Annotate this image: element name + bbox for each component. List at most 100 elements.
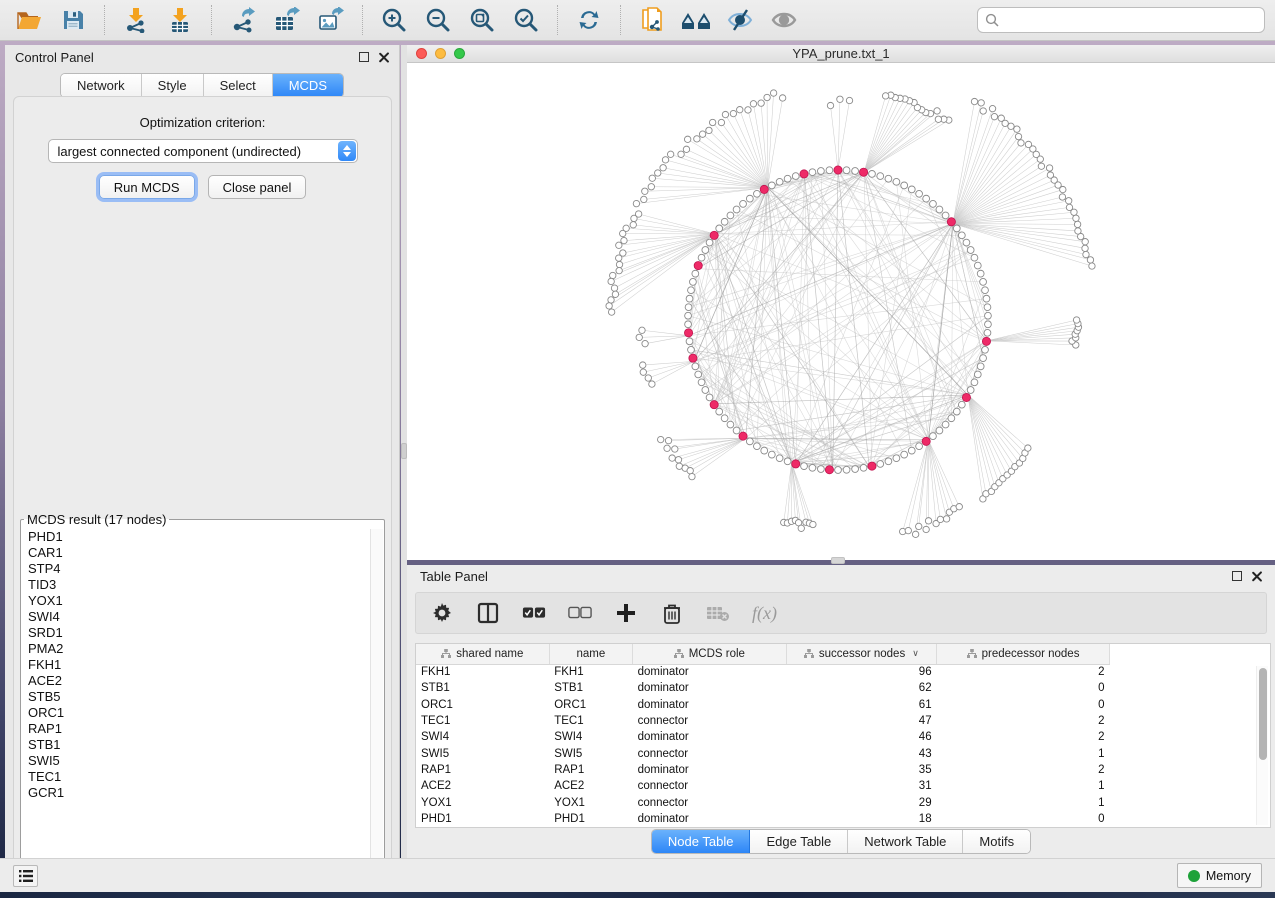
mcds-result-item[interactable]: PHD1 [22,529,370,545]
hide-selected-icon[interactable] [721,4,759,36]
cell-name[interactable]: SWI4 [549,729,632,745]
cell-mcds_role[interactable]: dominator [633,762,787,778]
mcds-result-item[interactable]: TEC1 [22,769,370,785]
table-row[interactable]: TEC1TEC1connector472 [416,713,1110,729]
mcds-list-scrollbar[interactable] [370,529,383,878]
mcds-result-item[interactable]: RAP1 [22,721,370,737]
window-close-icon[interactable] [416,48,427,59]
close-panel-button[interactable]: Close panel [208,175,307,199]
column-header-shared-name[interactable]: shared name [416,644,549,664]
cell-name[interactable]: FKH1 [549,664,632,680]
search-input[interactable] [1004,13,1257,28]
horizontal-splitter-grip[interactable] [831,557,845,564]
table-scrollbar-thumb[interactable] [1259,668,1267,760]
export-image-icon[interactable] [312,4,350,36]
show-all-icon[interactable] [765,4,803,36]
cell-successor_nodes[interactable]: 96 [786,664,936,680]
cell-predecessor_nodes[interactable]: 2 [937,664,1110,680]
select-all-icon[interactable] [522,601,546,625]
cell-shared_name[interactable]: STB1 [416,680,549,696]
table-row[interactable]: FKH1FKH1dominator962 [416,664,1110,680]
cell-predecessor_nodes[interactable]: 0 [937,811,1110,827]
cell-mcds_role[interactable]: connector [633,794,787,810]
tab-network[interactable]: Network [61,74,142,97]
cell-shared_name[interactable]: FKH1 [416,664,549,680]
network-canvas[interactable] [407,63,1275,559]
close-panel-icon[interactable] [378,52,389,63]
cell-predecessor_nodes[interactable]: 2 [937,762,1110,778]
cell-successor_nodes[interactable]: 35 [786,762,936,778]
cell-shared_name[interactable]: TEC1 [416,713,549,729]
mcds-result-item[interactable]: STB1 [22,737,370,753]
cell-predecessor_nodes[interactable]: 0 [937,697,1110,713]
mcds-result-item[interactable]: SWI5 [22,753,370,769]
cell-successor_nodes[interactable]: 31 [786,778,936,794]
cell-mcds_role[interactable]: dominator [633,697,787,713]
cell-shared_name[interactable]: SWI5 [416,745,549,761]
mcds-result-item[interactable]: YOX1 [22,593,370,609]
cell-name[interactable]: TEC1 [549,713,632,729]
cell-predecessor_nodes[interactable]: 0 [937,680,1110,696]
table-row[interactable]: SWI4SWI4dominator462 [416,729,1110,745]
add-column-icon[interactable] [614,601,638,625]
cell-mcds_role[interactable]: connector [633,713,787,729]
tab-mcds[interactable]: MCDS [273,74,343,97]
task-history-button[interactable] [13,865,38,887]
mcds-result-item[interactable]: SWI4 [22,609,370,625]
cell-name[interactable]: YOX1 [549,794,632,810]
cell-successor_nodes[interactable]: 29 [786,794,936,810]
cell-predecessor_nodes[interactable]: 1 [937,745,1110,761]
cell-successor_nodes[interactable]: 18 [786,811,936,827]
mcds-result-item[interactable]: ORC1 [22,705,370,721]
close-table-panel-icon[interactable] [1251,571,1262,582]
memory-button[interactable]: Memory [1177,863,1262,888]
mcds-result-item[interactable]: GCR1 [22,785,370,801]
optimization-criterion-select[interactable]: largest connected component (undirected) [48,139,358,163]
tab-edge-table[interactable]: Edge Table [750,830,848,853]
run-mcds-button[interactable]: Run MCDS [99,175,195,199]
cell-successor_nodes[interactable]: 61 [786,697,936,713]
cell-shared_name[interactable]: SWI4 [416,729,549,745]
float-table-panel-icon[interactable] [1232,571,1242,581]
cell-predecessor_nodes[interactable]: 2 [937,713,1110,729]
mcds-result-item[interactable]: CAR1 [22,545,370,561]
zoom-in-icon[interactable] [375,4,413,36]
cell-name[interactable]: SWI5 [549,745,632,761]
first-neighbors-icon[interactable] [677,4,715,36]
tab-network-table[interactable]: Network Table [848,830,963,853]
cell-shared_name[interactable]: YOX1 [416,794,549,810]
zoom-fit-icon[interactable] [463,4,501,36]
cell-name[interactable]: STB1 [549,680,632,696]
tab-motifs[interactable]: Motifs [963,830,1030,853]
float-panel-icon[interactable] [359,52,369,62]
open-session-icon[interactable] [10,4,48,36]
tab-select[interactable]: Select [204,74,273,97]
table-scrollbar[interactable] [1256,666,1268,825]
cell-successor_nodes[interactable]: 43 [786,745,936,761]
cell-mcds_role[interactable]: connector [633,778,787,794]
table-row[interactable]: RAP1RAP1dominator352 [416,762,1110,778]
table-row[interactable]: STB1STB1dominator620 [416,680,1110,696]
column-header-name[interactable]: name [549,644,632,664]
cell-shared_name[interactable]: RAP1 [416,762,549,778]
mcds-result-list[interactable]: PHD1CAR1STP4TID3YOX1SWI4SRD1PMA2FKH1ACE2… [22,529,370,878]
cell-predecessor_nodes[interactable]: 1 [937,794,1110,810]
tab-style[interactable]: Style [142,74,204,97]
mcds-result-item[interactable]: STB5 [22,689,370,705]
table-settings-gear-icon[interactable] [430,601,454,625]
cell-predecessor_nodes[interactable]: 1 [937,778,1110,794]
cell-successor_nodes[interactable]: 62 [786,680,936,696]
table-row[interactable]: PHD1PHD1dominator180 [416,811,1110,827]
mcds-result-item[interactable]: PMA2 [22,641,370,657]
export-network-icon[interactable] [224,4,262,36]
export-table-icon[interactable] [268,4,306,36]
window-maximize-icon[interactable] [454,48,465,59]
table-row[interactable]: ORC1ORC1dominator610 [416,697,1110,713]
cell-name[interactable]: ACE2 [549,778,632,794]
import-table-icon[interactable] [161,4,199,36]
table-row[interactable]: YOX1YOX1connector291 [416,794,1110,810]
zoom-selected-icon[interactable] [507,4,545,36]
cell-successor_nodes[interactable]: 47 [786,713,936,729]
cell-mcds_role[interactable]: dominator [633,811,787,827]
column-header-predecessor-nodes[interactable]: predecessor nodes [937,644,1110,664]
